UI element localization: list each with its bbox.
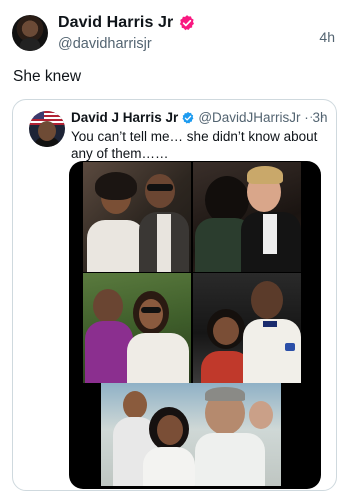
- author-avatar[interactable]: [12, 15, 48, 51]
- quoted-post-text: You can’t tell me… she didn’t know about…: [71, 129, 318, 161]
- post-timestamp[interactable]: 4h: [319, 29, 335, 45]
- quoted-media[interactable]: [69, 161, 321, 489]
- quoted-author-row: David J Harris Jr @DavidJHarrisJr · 3h: [71, 110, 328, 125]
- media-scrollbar[interactable]: [336, 242, 337, 276]
- verified-badge-icon: [182, 111, 194, 124]
- author-display-name[interactable]: David Harris Jr: [58, 14, 173, 32]
- media-photo-2[interactable]: [193, 162, 301, 272]
- quoted-author-name[interactable]: David J Harris Jr: [71, 110, 178, 125]
- author-name-row: David Harris Jr: [58, 14, 196, 32]
- verified-badge-icon: [180, 15, 195, 31]
- post-header: David Harris Jr @davidharrisjr 4h: [12, 12, 337, 56]
- quoted-post-card[interactable]: David J Harris Jr @DavidJHarrisJr · 3h ·…: [12, 99, 337, 491]
- media-photo-5[interactable]: [101, 383, 281, 486]
- post-text: She knew: [13, 68, 82, 85]
- media-photo-3[interactable]: [83, 273, 191, 383]
- quoted-author-avatar[interactable]: [29, 111, 65, 147]
- more-options-icon[interactable]: ···: [309, 108, 326, 124]
- media-photo-4[interactable]: [193, 273, 301, 383]
- author-handle[interactable]: @davidharrisjr: [58, 36, 152, 52]
- media-photo-1[interactable]: [83, 162, 191, 272]
